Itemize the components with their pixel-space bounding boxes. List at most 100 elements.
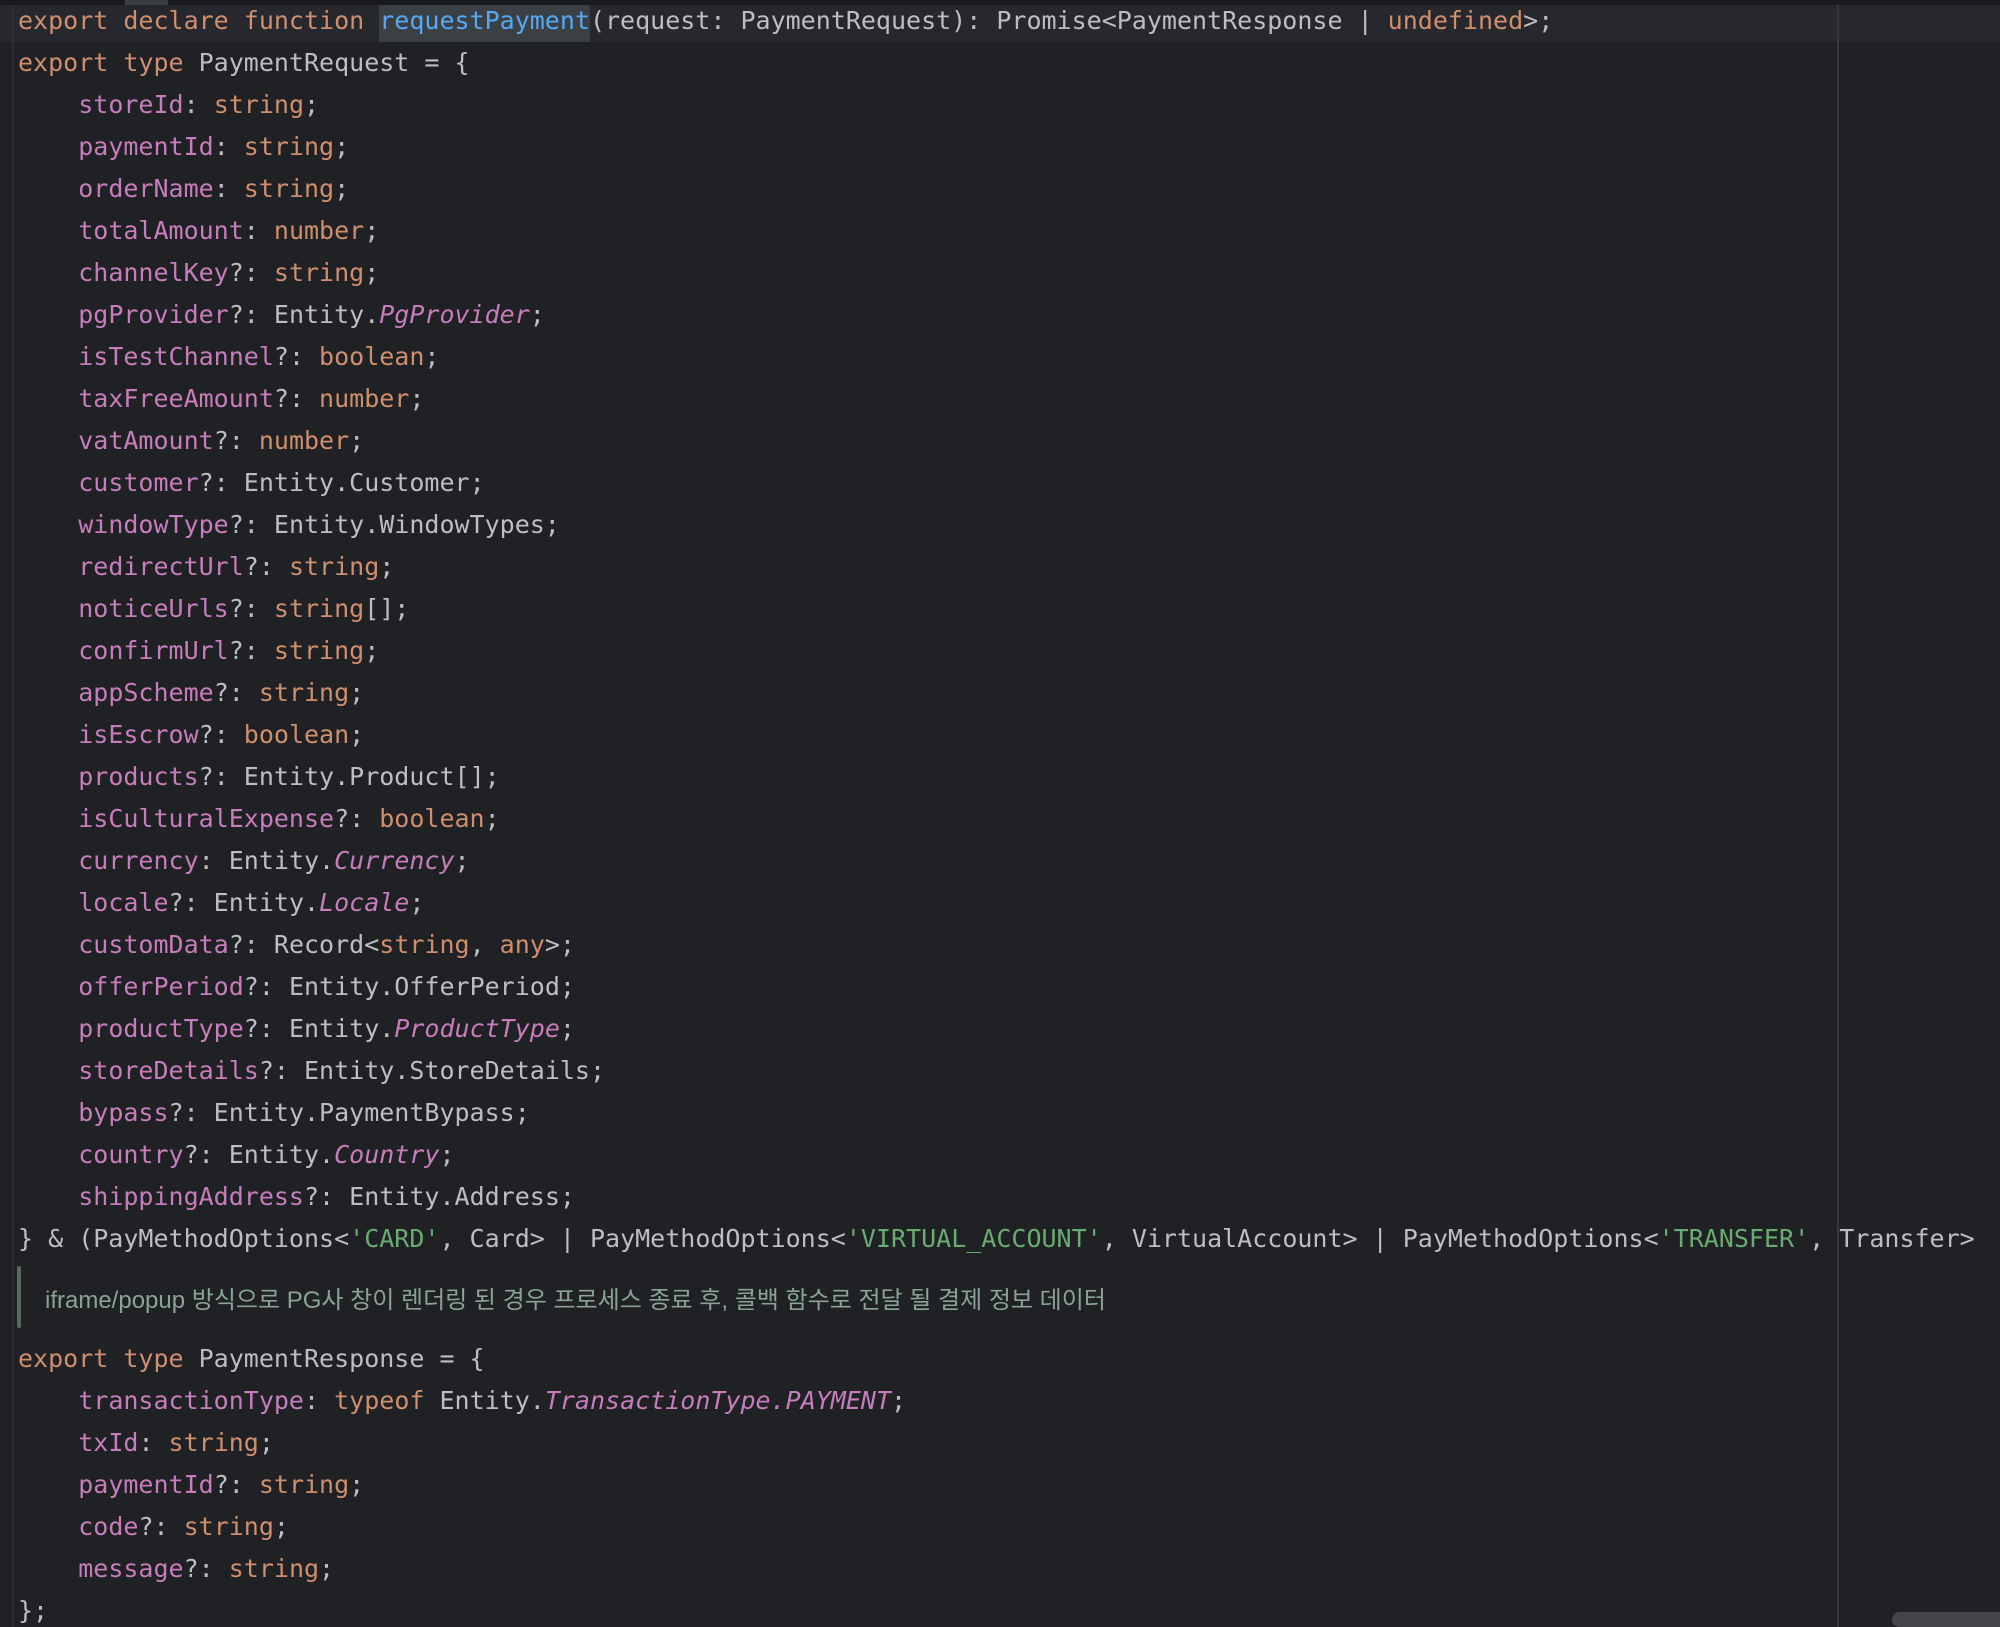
token-text: ; xyxy=(529,300,545,329)
code-line[interactable]: confirmUrl?: string; xyxy=(0,630,2000,672)
code-line[interactable]: isTestChannel?: boolean; xyxy=(0,336,2000,378)
token-text: ; xyxy=(273,1512,289,1541)
token-text: ; xyxy=(364,216,380,245)
code-line[interactable]: } & (PayMethodOptions<'CARD', Card> | Pa… xyxy=(0,1218,2000,1260)
code-line[interactable]: redirectUrl?: string; xyxy=(0,546,2000,588)
token-text: ?: Entity.PaymentBypass; xyxy=(168,1098,530,1127)
token-keyword: number xyxy=(258,426,350,455)
token-type-italic: PgProvider xyxy=(379,300,530,329)
token-text: ?: Entity.Address; xyxy=(304,1182,575,1211)
code-line[interactable]: orderName: string; xyxy=(0,168,2000,210)
token-text: ; xyxy=(364,636,380,665)
code-line[interactable]: windowType?: Entity.WindowTypes; xyxy=(0,504,2000,546)
token-text: ?: xyxy=(228,636,274,665)
token-text: : xyxy=(243,216,274,245)
code-line[interactable]: code?: string; xyxy=(0,1506,2000,1548)
token-text: }; xyxy=(18,1596,49,1625)
token-text: , Transfer> xyxy=(1809,1224,1975,1253)
code-line[interactable]: country?: Entity.Country; xyxy=(0,1134,2000,1176)
code-line[interactable]: isCulturalExpense?: boolean; xyxy=(0,798,2000,840)
code-line[interactable]: appScheme?: string; xyxy=(0,672,2000,714)
code-line[interactable]: storeId: string; xyxy=(0,84,2000,126)
code-line[interactable]: taxFreeAmount?: number; xyxy=(0,378,2000,420)
token-keyword: string xyxy=(168,1428,259,1457)
token-text: []; xyxy=(364,594,410,623)
token-keyword: string xyxy=(243,132,335,161)
code-line[interactable]: transactionType: typeof Entity.Transacti… xyxy=(0,1380,2000,1422)
code-line[interactable]: pgProvider?: Entity.PgProvider; xyxy=(0,294,2000,336)
token-text: PaymentResponse = { xyxy=(198,1344,485,1373)
code-line[interactable]: channelKey?: string; xyxy=(0,252,2000,294)
token-text: ; xyxy=(258,1428,274,1457)
token-text: ; xyxy=(319,1554,335,1583)
code-line[interactable]: }; xyxy=(0,1590,2000,1627)
token-text: ?: xyxy=(273,342,320,371)
token-property: orderName xyxy=(78,174,214,203)
token-text: ?: xyxy=(228,258,274,287)
code-line[interactable]: locale?: Entity.Locale; xyxy=(0,882,2000,924)
token-keyword: number xyxy=(273,216,365,245)
token-property: country xyxy=(78,1140,184,1169)
code-line[interactable]: paymentId: string; xyxy=(0,126,2000,168)
code-line[interactable]: customData?: Record<string, any>; xyxy=(0,924,2000,966)
token-property: totalAmount xyxy=(78,216,244,245)
token-string: 'VIRTUAL_ACCOUNT' xyxy=(845,1224,1102,1253)
code-line[interactable]: storeDetails?: Entity.StoreDetails; xyxy=(0,1050,2000,1092)
code-line[interactable]: isEscrow?: boolean; xyxy=(0,714,2000,756)
code-line[interactable]: customer?: Entity.Customer; xyxy=(0,462,2000,504)
token-text: ?: xyxy=(183,1554,229,1583)
token-property: isEscrow xyxy=(78,720,199,749)
code-line[interactable]: vatAmount?: number; xyxy=(0,420,2000,462)
code-line[interactable]: productType?: Entity.ProductType; xyxy=(0,1008,2000,1050)
token-type-italic: Locale xyxy=(319,888,410,917)
code-line[interactable]: export declare function requestPayment(r… xyxy=(0,0,2000,42)
token-text: ?: xyxy=(213,1470,259,1499)
token-keyword: string xyxy=(273,636,365,665)
code-line[interactable]: noticeUrls?: string[]; xyxy=(0,588,2000,630)
horizontal-scrollbar-thumb[interactable] xyxy=(1892,1612,2000,1627)
token-property: shippingAddress xyxy=(78,1182,304,1211)
code-line[interactable]: message?: string; xyxy=(0,1548,2000,1590)
code-line[interactable]: txId: string; xyxy=(0,1422,2000,1464)
code-line[interactable]: totalAmount: number; xyxy=(0,210,2000,252)
token-property: redirectUrl xyxy=(78,552,244,581)
right-margin-guide xyxy=(1837,0,1839,1627)
token-function-name-highlighted: requestPayment xyxy=(379,0,590,42)
code-line[interactable]: offerPeriod?: Entity.OfferPeriod; xyxy=(0,966,2000,1008)
token-property: taxFreeAmount xyxy=(78,384,274,413)
code-line[interactable]: shippingAddress?: Entity.Address; xyxy=(0,1176,2000,1218)
token-text: Entity. xyxy=(439,1386,545,1415)
token-text: : xyxy=(183,90,214,119)
code-area[interactable]: export declare function requestPayment(r… xyxy=(0,0,2000,1627)
token-property: confirmUrl xyxy=(78,636,229,665)
code-line[interactable]: export type PaymentResponse = { xyxy=(0,1338,2000,1380)
token-text: ?: xyxy=(243,552,289,581)
token-text: ; xyxy=(559,1014,575,1043)
code-line[interactable]: products?: Entity.Product[]; xyxy=(0,756,2000,798)
token-property: customer xyxy=(78,468,199,497)
token-string: 'CARD' xyxy=(349,1224,440,1253)
code-line[interactable]: currency: Entity.Currency; xyxy=(0,840,2000,882)
token-text: ; xyxy=(334,174,350,203)
token-property: pgProvider xyxy=(78,300,229,329)
code-line[interactable]: export type PaymentRequest = { xyxy=(0,42,2000,84)
doc-comment-line[interactable]: iframe/popup 방식으로 PG사 창이 렌더링 된 경우 프로세스 종… xyxy=(0,1260,2000,1338)
code-line[interactable]: bypass?: Entity.PaymentBypass; xyxy=(0,1092,2000,1134)
token-text: ; xyxy=(409,888,425,917)
token-text: ; xyxy=(409,384,425,413)
code-editor[interactable]: export declare function requestPayment(r… xyxy=(0,0,2000,1627)
code-line[interactable]: paymentId?: string; xyxy=(0,1464,2000,1506)
